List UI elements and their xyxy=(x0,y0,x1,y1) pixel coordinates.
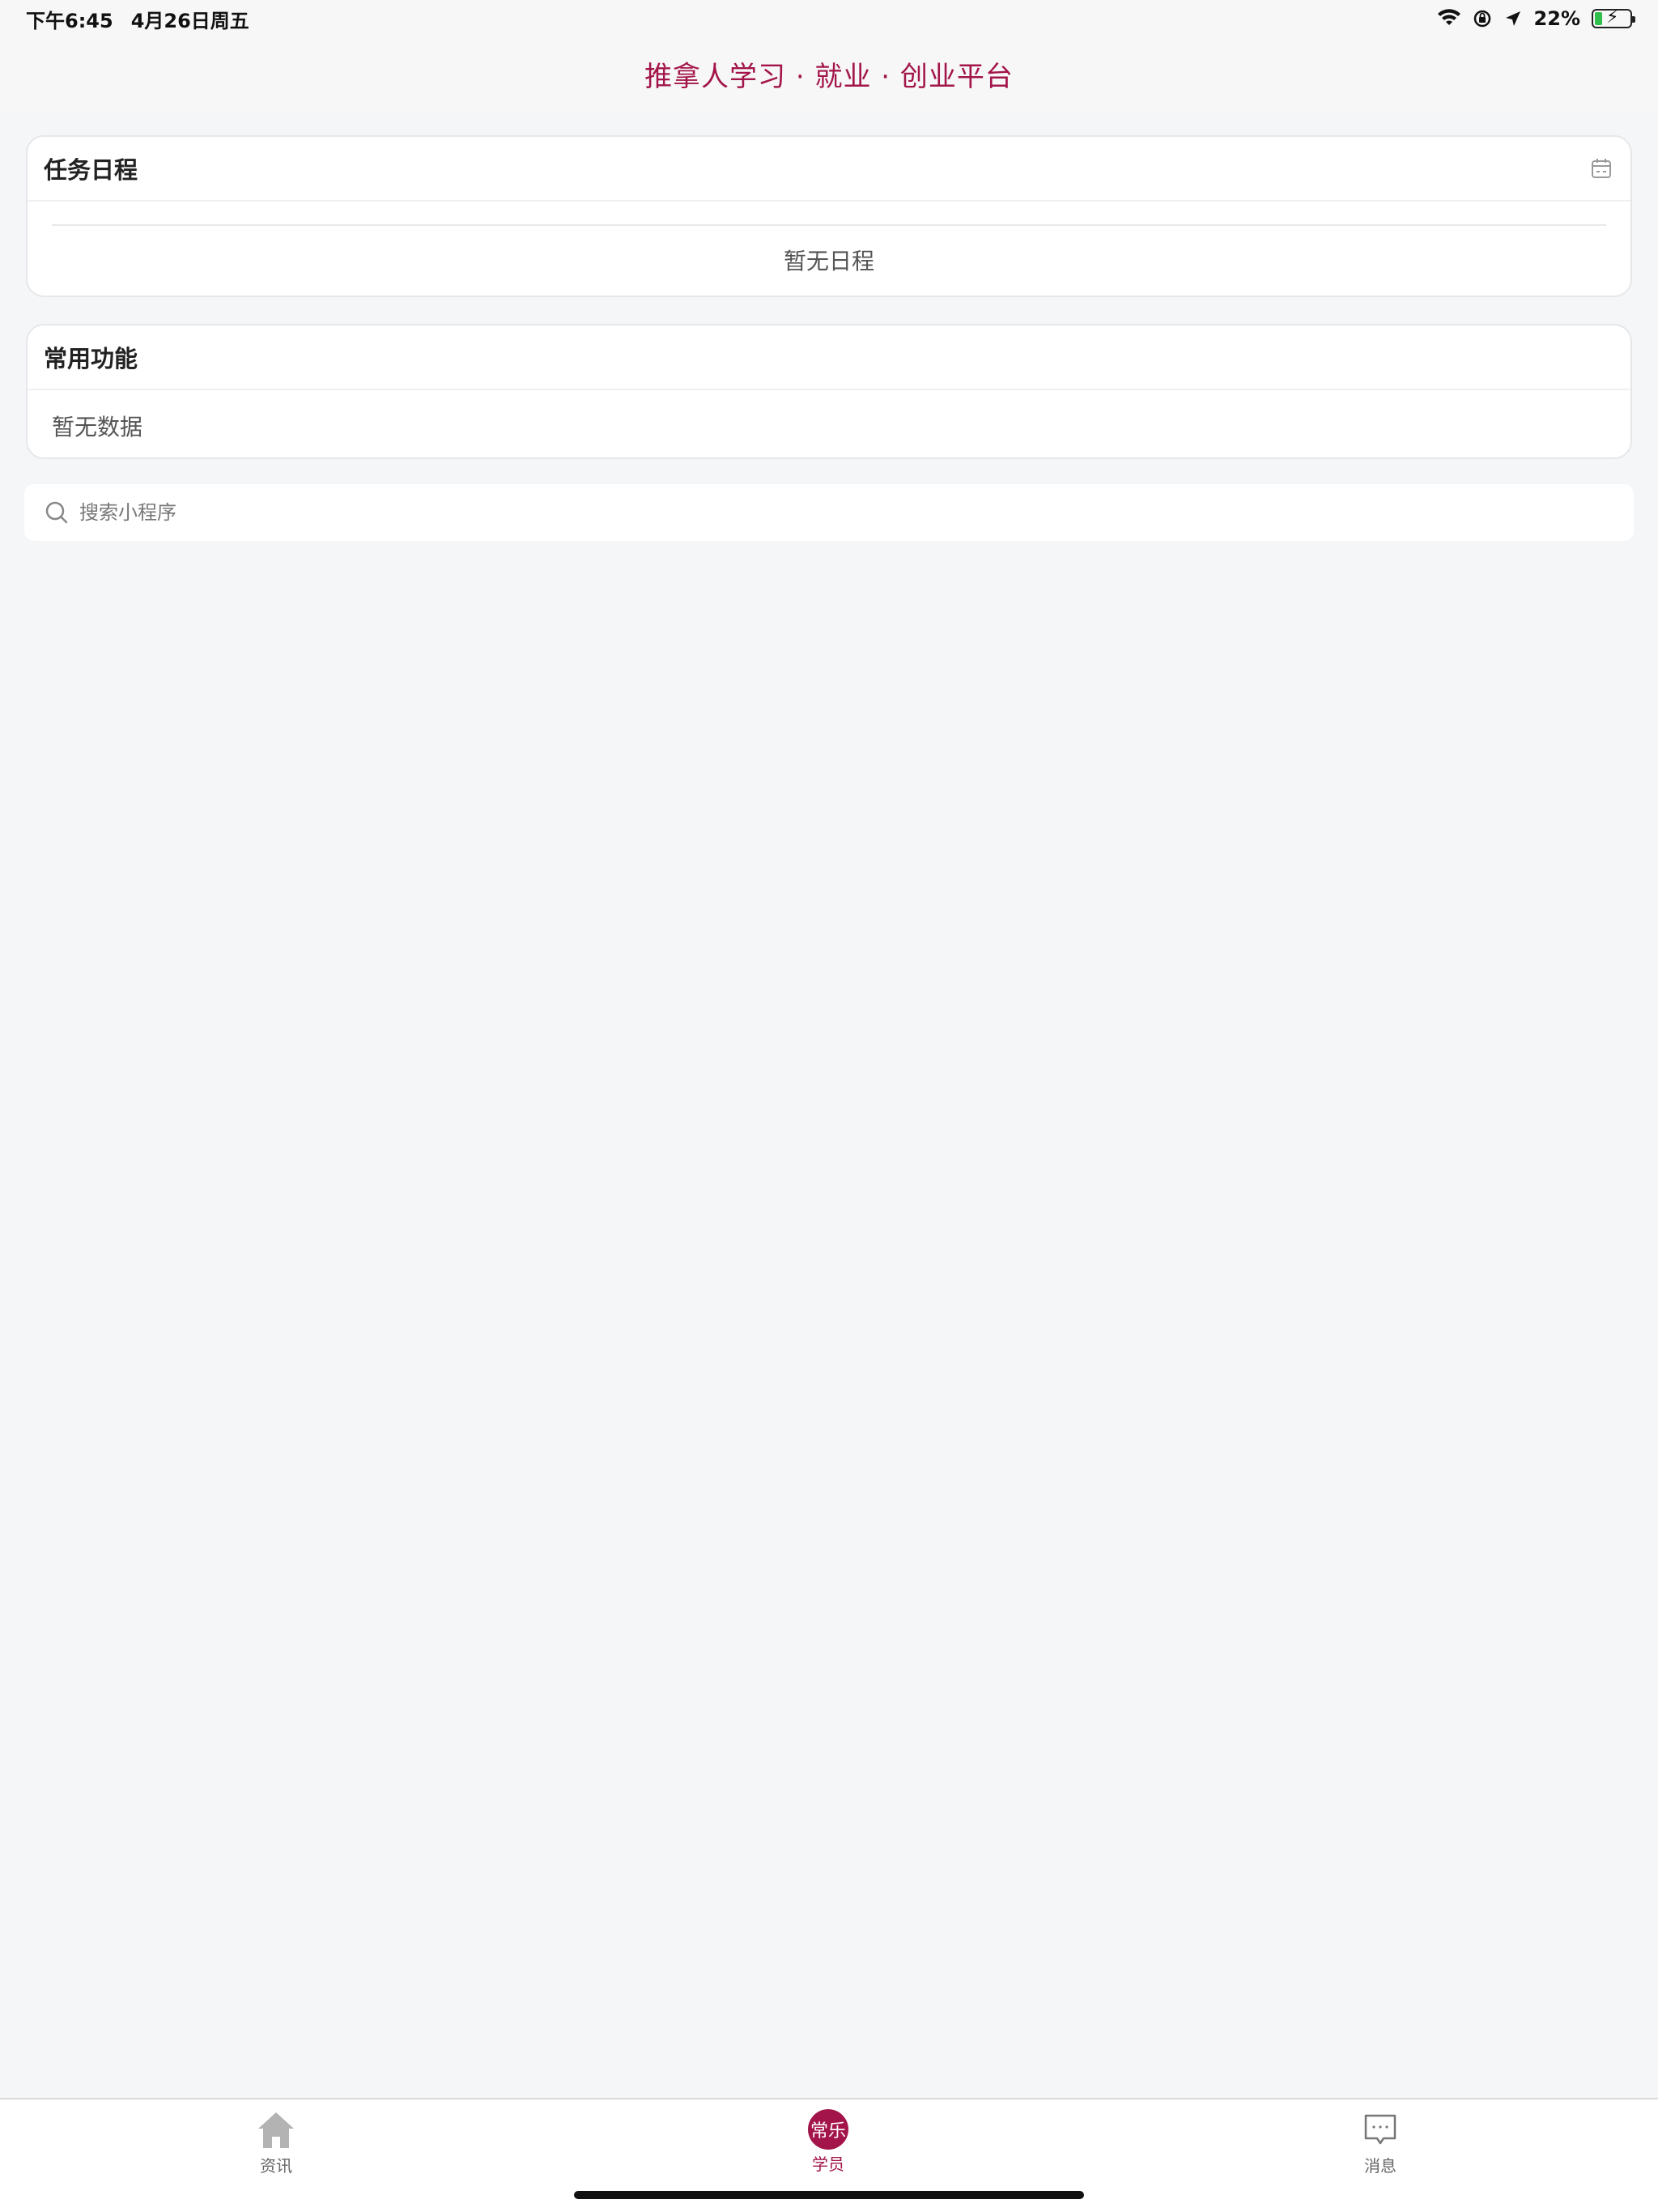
location-arrow-icon xyxy=(1505,11,1520,26)
calendar-icon[interactable] xyxy=(1588,155,1614,181)
home-icon xyxy=(258,2112,294,2148)
battery-icon: ⚡ xyxy=(1592,7,1635,28)
functions-card: 常用功能 暂无数据 xyxy=(26,324,1632,459)
chat-bubble-icon xyxy=(1364,2114,1397,2145)
search-input[interactable] xyxy=(79,501,1537,524)
search-icon xyxy=(45,501,68,524)
tab-messages[interactable]: 消息 xyxy=(1299,2109,1461,2182)
battery-percent: 22% xyxy=(1533,7,1580,30)
functions-card-header: 常用功能 xyxy=(28,325,1630,390)
search-bar[interactable] xyxy=(24,484,1634,541)
charging-bolt-icon: ⚡ xyxy=(1606,7,1619,28)
status-date: 4月26日周五 xyxy=(130,9,249,32)
wifi-icon xyxy=(1437,9,1460,25)
status-left: 下午6:45 4月26日周五 xyxy=(26,5,249,33)
battery-level xyxy=(1595,12,1603,25)
status-right: 22% ⚡ xyxy=(1437,7,1635,30)
schedule-card-title: 任务日程 xyxy=(44,156,138,184)
tab-student[interactable]: 常乐 学员 xyxy=(747,2109,909,2182)
page-title: 推拿人学习 · 就业 · 创业平台 xyxy=(644,60,1014,93)
tab-news-label: 资讯 xyxy=(260,2156,292,2176)
student-logo-icon: 常乐 xyxy=(808,2109,848,2150)
schedule-empty-text: 暂无日程 xyxy=(783,248,874,274)
schedule-card-header: 任务日程 xyxy=(28,137,1630,202)
tab-news[interactable]: 资讯 xyxy=(195,2109,357,2182)
app-header: 推拿人学习 · 就业 · 创业平台 xyxy=(0,37,1658,110)
tab-student-label: 学员 xyxy=(812,2155,844,2174)
home-indicator[interactable] xyxy=(574,2191,1084,2199)
functions-empty-text: 暂无数据 xyxy=(52,414,143,440)
schedule-divider xyxy=(52,224,1606,226)
app-screen: 下午6:45 4月26日周五 22% ⚡ 推拿人学习 · 就业 · 创业平台 任… xyxy=(0,0,1658,2212)
orientation-lock-icon xyxy=(1473,10,1490,28)
status-bar: 下午6:45 4月26日周五 22% ⚡ xyxy=(0,0,1658,37)
schedule-card: 任务日程 暂无日程 xyxy=(26,135,1632,297)
tab-messages-label: 消息 xyxy=(1364,2156,1397,2176)
functions-card-title: 常用功能 xyxy=(44,345,138,372)
status-time: 下午6:45 xyxy=(26,9,113,32)
